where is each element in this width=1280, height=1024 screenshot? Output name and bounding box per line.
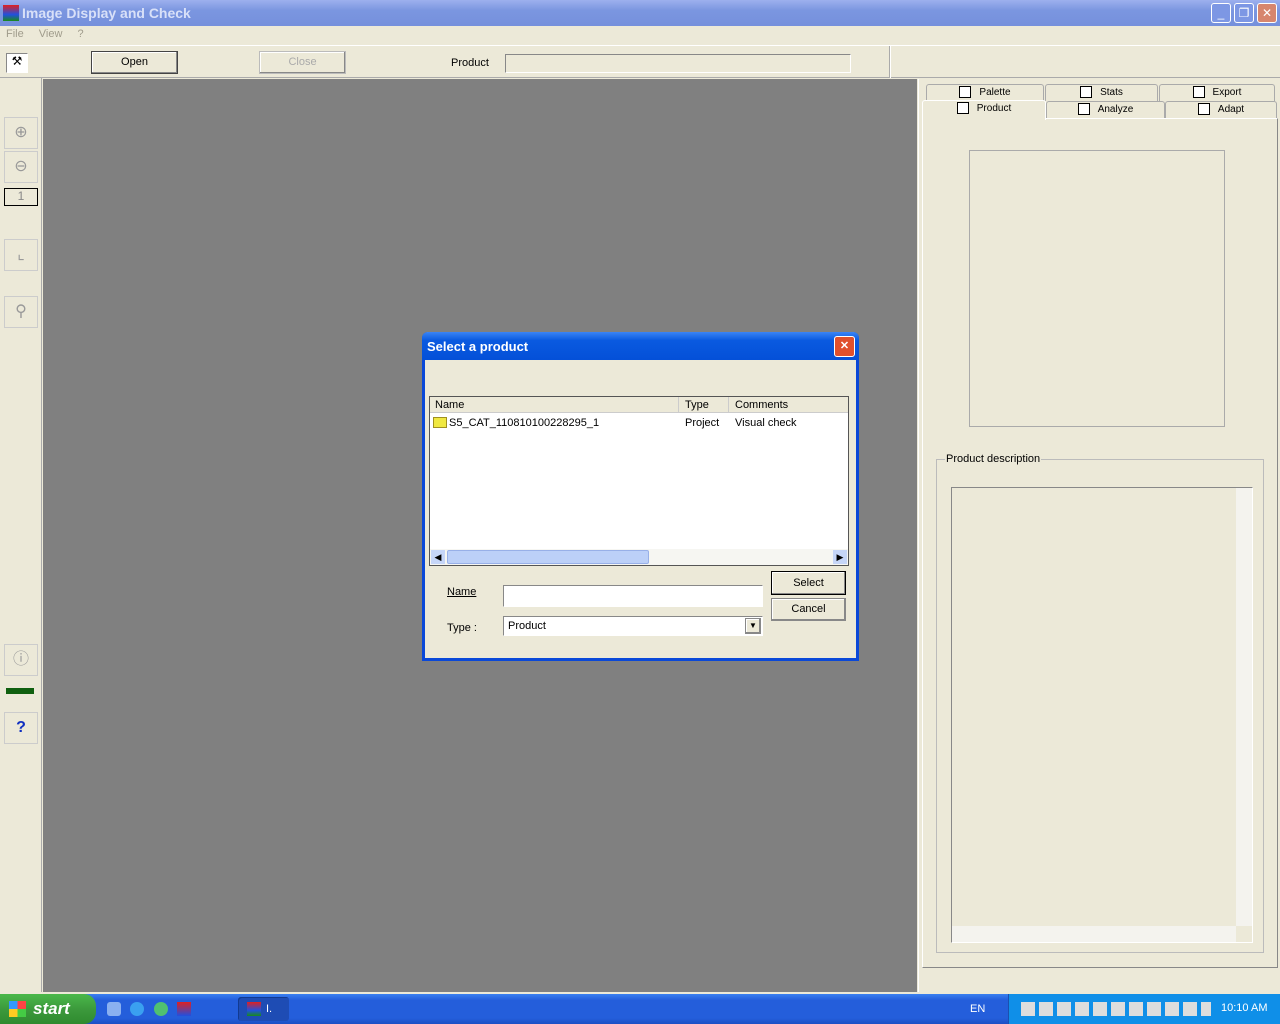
window-title: Image Display and Check (22, 5, 191, 21)
folder-icon (433, 417, 447, 428)
graph-icon[interactable]: ⌞ (4, 239, 38, 271)
cancel-button[interactable]: Cancel (771, 598, 846, 621)
analyze-icon (1077, 103, 1090, 116)
type-select[interactable]: Product ▼ (503, 616, 763, 636)
menu-file[interactable]: File (6, 28, 24, 40)
dialog-title-bar: Select a product (422, 332, 859, 360)
close-product-button[interactable]: Close (259, 51, 346, 74)
vertical-scrollbar[interactable] (1236, 488, 1252, 926)
product-icon (956, 102, 969, 115)
zoom-level: 1 (4, 188, 38, 206)
ie-icon[interactable] (130, 1002, 144, 1016)
status-indicator (6, 688, 34, 694)
scroll-left-icon[interactable]: ◀ (431, 550, 445, 564)
menu-view[interactable]: View (39, 28, 63, 40)
app-task-icon (247, 1002, 261, 1016)
left-toolbar: ⊕ ⊖ 1 ⌞ ⚲ ⓘ ? (0, 78, 42, 992)
toolbar-divider (889, 46, 891, 78)
right-panel: Palette Stats Export Product Analyze Ada… (918, 79, 1280, 992)
column-type[interactable]: Type (678, 397, 728, 413)
dialog-title: Select a product (427, 339, 529, 354)
start-button[interactable]: start (0, 994, 96, 1024)
quicklaunch-icon[interactable] (107, 1002, 121, 1016)
windows-logo-icon (9, 1001, 26, 1017)
tab-stats[interactable]: Stats (1045, 84, 1158, 101)
select-button[interactable]: Select (771, 571, 846, 595)
product-description-group: Product description (936, 453, 1264, 953)
list-header: Name Type Comments (430, 397, 848, 413)
tray-icons[interactable] (1021, 1002, 1211, 1016)
column-comments[interactable]: Comments (728, 397, 788, 413)
close-button[interactable]: ✕ (1257, 3, 1277, 23)
select-product-dialog: Select a product ✕ Name Type Comments S5… (422, 332, 859, 661)
column-name[interactable]: Name (435, 397, 464, 413)
product-list[interactable]: Name Type Comments S5_CAT_11081010022829… (429, 396, 849, 566)
app-icon (3, 5, 19, 21)
hammer-icon[interactable]: ⚒ (6, 53, 28, 73)
adapt-icon (1197, 103, 1210, 116)
chevron-down-icon[interactable]: ▼ (745, 618, 761, 634)
binoculars-icon[interactable]: ⚲ (4, 296, 38, 328)
browser-icon[interactable] (154, 1002, 168, 1016)
zoom-out-icon[interactable]: ⊖ (4, 151, 38, 183)
app-quicklaunch-icon[interactable] (177, 1002, 191, 1016)
menu-help[interactable]: ? (78, 28, 84, 40)
scroll-right-icon[interactable]: ▶ (833, 550, 847, 564)
product-preview (969, 150, 1225, 427)
dialog-close-button[interactable]: ✕ (834, 336, 855, 357)
toolbar: ⚒ Open Close Product (0, 45, 1280, 78)
taskbar: start I. EN 10:10 AM (0, 994, 1280, 1024)
palette-icon (959, 86, 972, 99)
product-label: Product (451, 57, 489, 69)
product-field (505, 54, 851, 73)
export-icon (1192, 86, 1205, 99)
product-description-text[interactable] (951, 487, 1253, 943)
minimize-button[interactable]: _ (1211, 3, 1231, 23)
tab-product[interactable]: Product (922, 100, 1046, 120)
tab-analyze[interactable]: Analyze (1046, 101, 1165, 118)
list-horizontal-scrollbar[interactable]: ◀ ▶ (430, 549, 848, 565)
type-label: Type : (447, 622, 477, 634)
stats-icon (1080, 86, 1093, 99)
language-indicator[interactable]: EN (970, 1003, 985, 1015)
open-button[interactable]: Open (91, 51, 178, 74)
horizontal-scrollbar[interactable] (952, 926, 1236, 942)
zoom-in-icon[interactable]: ⊕ (4, 117, 38, 149)
scroll-thumb[interactable] (447, 550, 649, 564)
product-description-label: Product description (945, 453, 1042, 465)
taskbar-task-button[interactable]: I. (238, 997, 289, 1021)
title-bar: Image Display and Check (0, 0, 1280, 26)
tab-adapt[interactable]: Adapt (1165, 101, 1277, 118)
info-icon[interactable]: ⓘ (4, 644, 38, 676)
menu-bar: File View ? (6, 28, 96, 40)
name-input[interactable] (503, 585, 763, 607)
clock: 10:10 AM (1221, 1002, 1268, 1014)
maximize-button[interactable]: ❐ (1234, 3, 1254, 23)
name-label: Name (447, 586, 477, 598)
system-tray: 10:10 AM (1008, 994, 1280, 1024)
help-icon[interactable]: ? (4, 712, 38, 744)
tab-export[interactable]: Export (1159, 84, 1275, 101)
list-item[interactable]: S5_CAT_110810100228295_1 Project Visual … (433, 416, 847, 430)
tab-palette[interactable]: Palette (926, 84, 1044, 101)
